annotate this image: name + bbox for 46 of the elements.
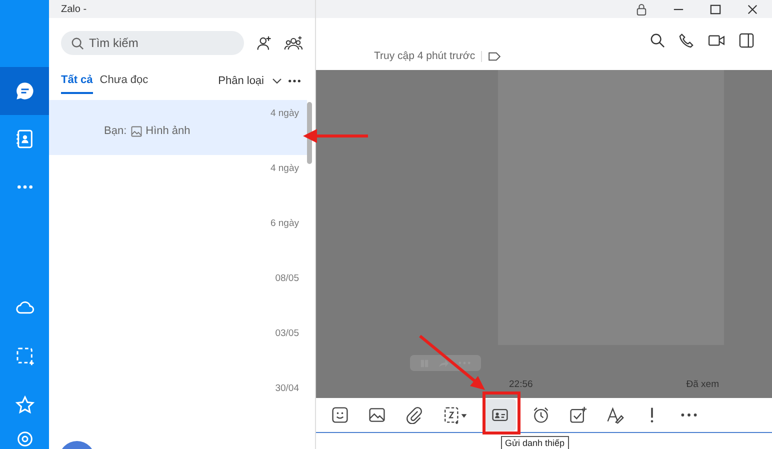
chat-bubble-icon[interactable] [14, 81, 34, 101]
contact-card-icon[interactable] [484, 399, 516, 431]
search-icon [71, 36, 84, 50]
filter-tab[interactable]: Tất cả [61, 68, 93, 94]
seen-status: Đã xem [686, 379, 719, 390]
last-seen-status: Truy cập 4 phút trước [374, 50, 476, 62]
message-preview: Hình ảnh [146, 125, 190, 137]
timestamp: 08/05 [275, 273, 299, 284]
conversation-item[interactable]: 30/04 [49, 375, 307, 430]
close-icon[interactable] [747, 4, 758, 14]
video-camera-icon[interactable] [708, 34, 725, 46]
contact-book-icon[interactable] [14, 129, 34, 149]
side-panel-icon[interactable] [739, 32, 754, 48]
dashed-square-icon[interactable] [14, 346, 34, 366]
tooltip: Gửi danh thiếp [501, 436, 569, 449]
lock-icon[interactable] [636, 2, 647, 16]
conversation-item[interactable]: 08/05 [49, 265, 307, 320]
star-icon[interactable] [14, 394, 34, 414]
conversation-item[interactable]: 6 ngày [49, 210, 307, 265]
tag-icon[interactable] [488, 52, 502, 60]
conversation-item[interactable]: 4 ngày Bạn: Hình ảnh [49, 100, 307, 155]
sender-label: Bạn: [104, 125, 127, 137]
timestamp: 30/04 [275, 383, 299, 394]
classify-dropdown[interactable]: Phân loại [218, 75, 264, 87]
maximize-icon[interactable] [710, 4, 721, 14]
annotation-arrow [303, 129, 368, 143]
timestamp: 4 ngày [270, 108, 299, 119]
message-time: 22:56 [509, 379, 533, 390]
search-icon[interactable] [650, 32, 665, 48]
create-group-icon[interactable] [284, 34, 303, 52]
phone-icon[interactable] [679, 32, 694, 48]
add-friend-icon[interactable] [256, 34, 272, 52]
window-title: Zalo - [61, 4, 87, 14]
conversation-item[interactable]: 4 ngày [49, 155, 307, 210]
image-icon [130, 126, 142, 136]
timestamp: 03/05 [275, 328, 299, 339]
timestamp: 6 ngày [270, 218, 299, 229]
search-field[interactable]: Tìm kiếm [89, 36, 244, 50]
annotation-arrow [419, 334, 485, 390]
conversation-item[interactable]: 03/05 [49, 320, 307, 375]
filter-tab[interactable]: Chưa đọc [100, 68, 148, 94]
chevron-down-icon[interactable] [272, 78, 282, 84]
timestamp: 4 ngày [270, 163, 299, 174]
search-field[interactable]: Tìm kiếm [61, 31, 244, 55]
annotation-box [482, 392, 520, 434]
more-icon[interactable] [288, 79, 301, 83]
